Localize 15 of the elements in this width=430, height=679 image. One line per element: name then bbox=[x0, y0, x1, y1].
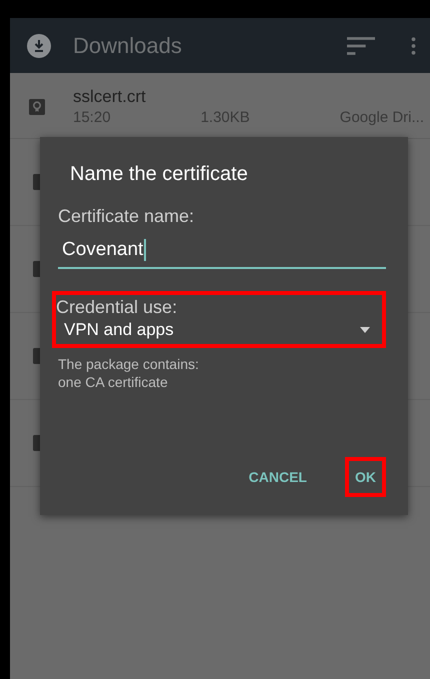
certificate-icon bbox=[29, 98, 45, 116]
dialog-title: Name the certificate bbox=[69, 163, 249, 186]
app-title: Downloads bbox=[73, 32, 183, 58]
field-label: Certificate name: bbox=[58, 206, 196, 227]
download-icon[interactable] bbox=[27, 34, 51, 58]
dialog-button[interactable]: CANCEL bbox=[238, 457, 317, 497]
dialog-button[interactable]: OK bbox=[345, 457, 386, 497]
credential-use-dropdown[interactable]: Credential use: VPN and apps bbox=[52, 291, 386, 348]
sort-icon[interactable] bbox=[347, 36, 375, 56]
certificate-name-field[interactable]: Covenant bbox=[58, 239, 386, 269]
dropdown-arrow-icon bbox=[360, 327, 370, 333]
file-name: sslcert.crt bbox=[73, 87, 147, 107]
info-text: one CA certificate bbox=[58, 374, 169, 390]
info-text: The package contains: bbox=[58, 356, 200, 372]
more-options-icon[interactable] bbox=[411, 36, 416, 54]
